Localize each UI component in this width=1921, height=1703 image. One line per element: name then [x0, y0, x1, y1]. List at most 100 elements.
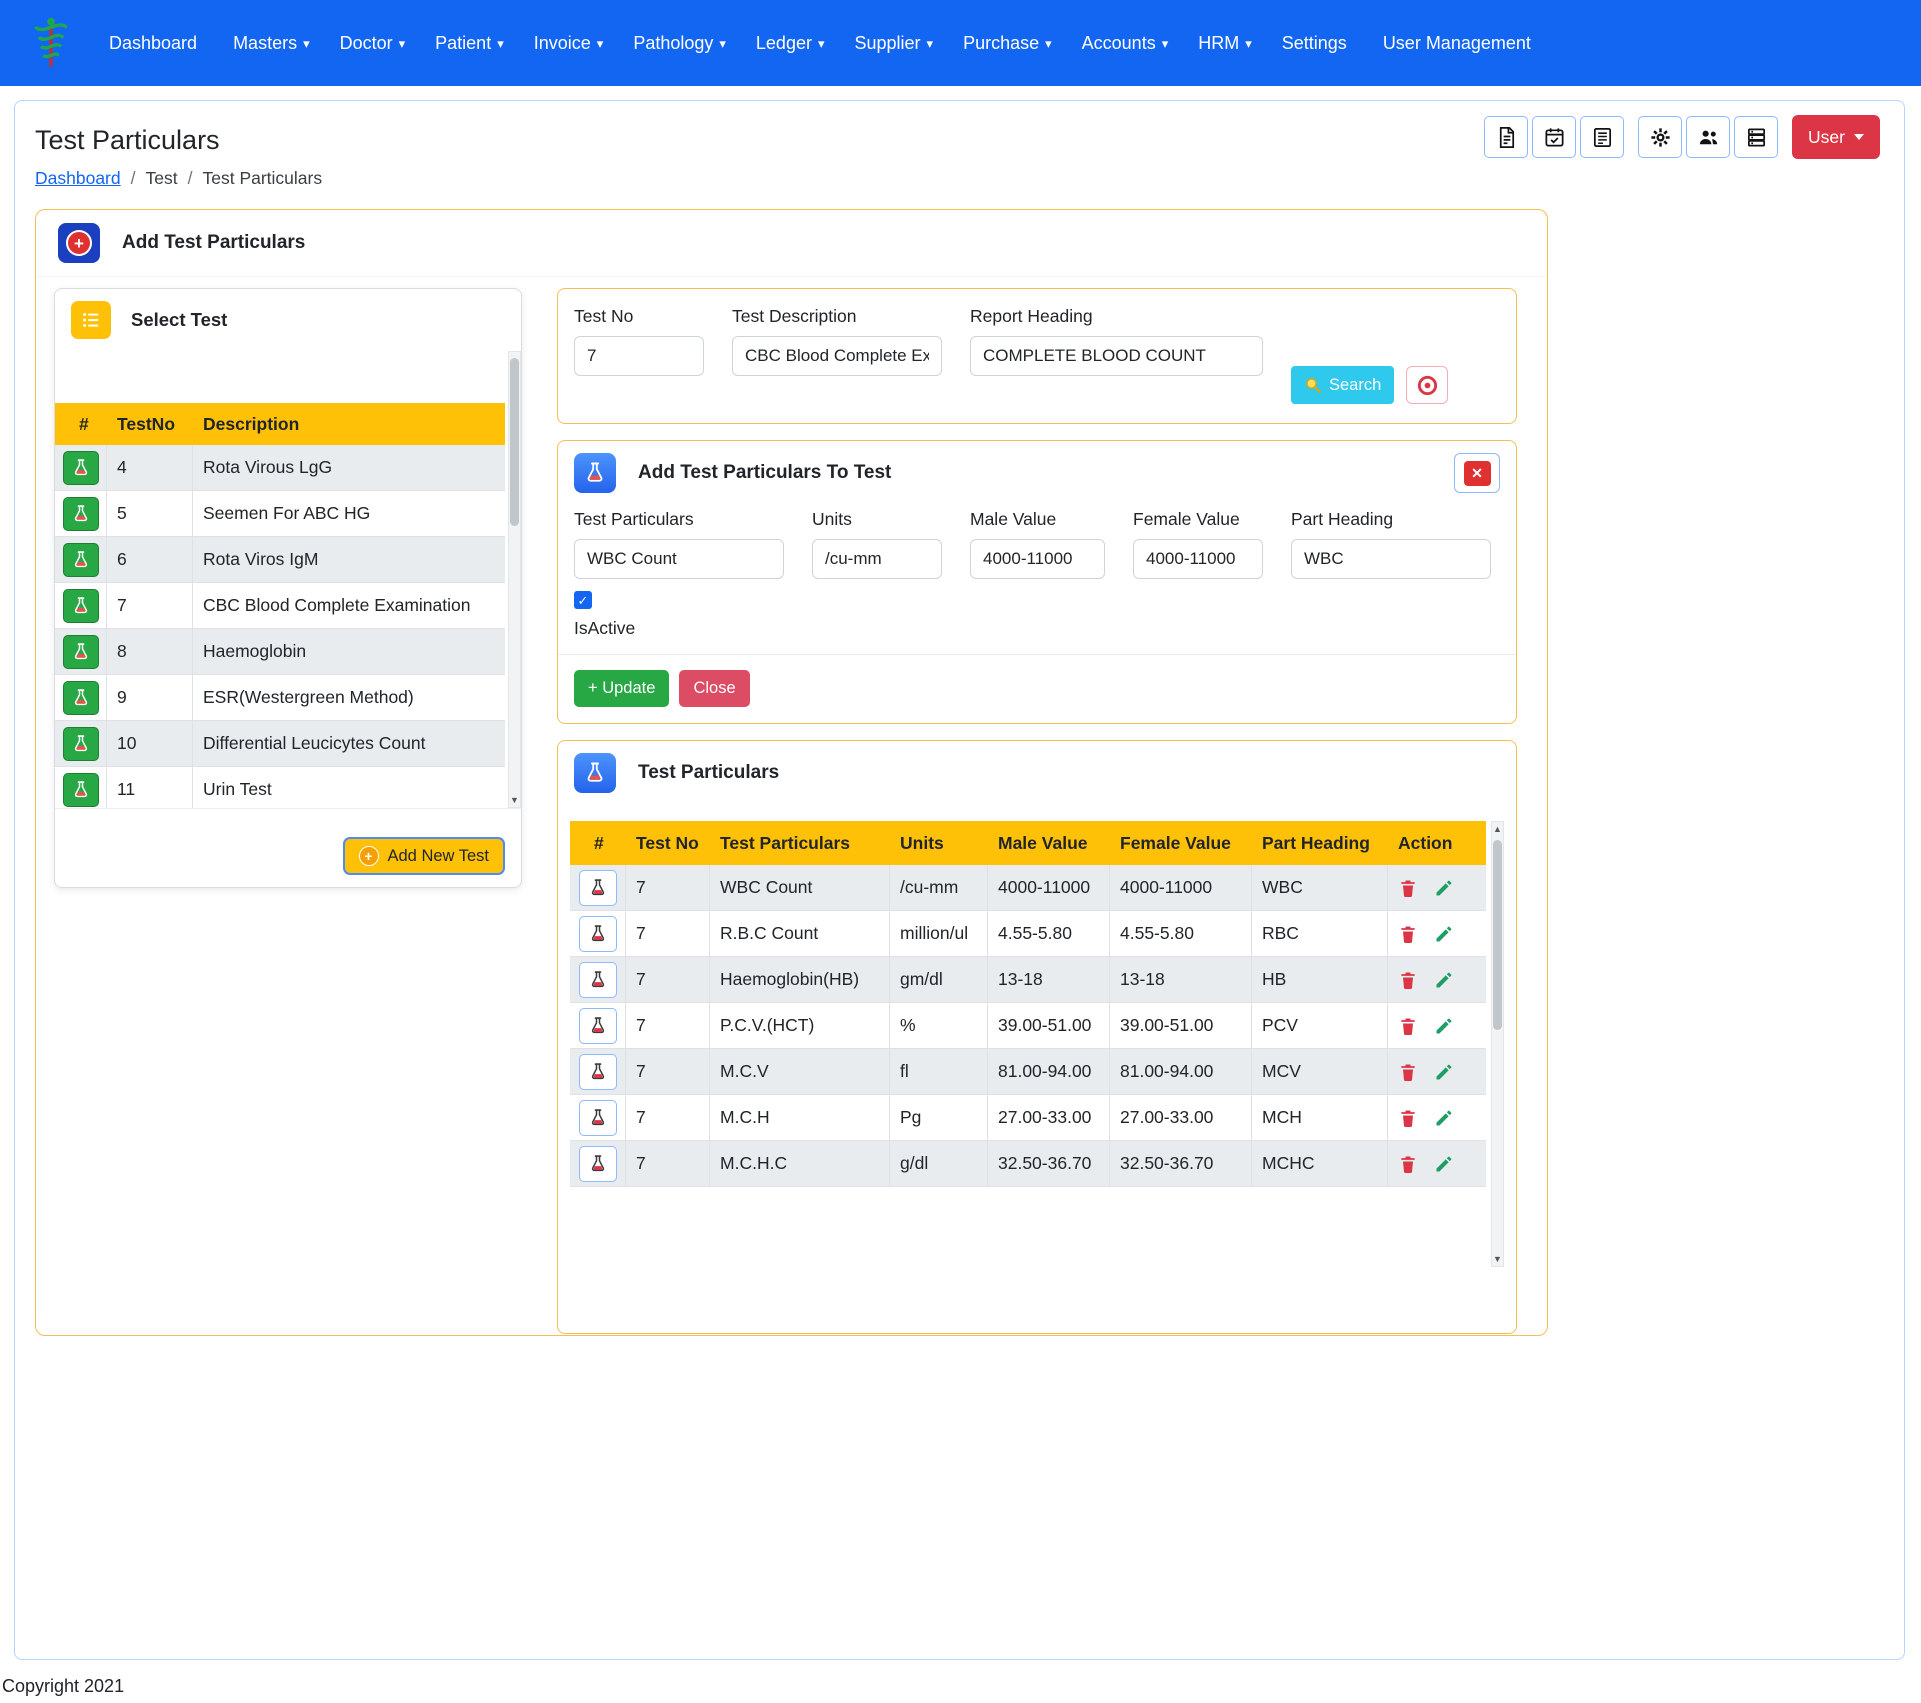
- breadcrumb-test: Test: [146, 168, 178, 189]
- action-cell: [1388, 957, 1486, 1002]
- select-test-flask-button[interactable]: [63, 543, 99, 577]
- close-button[interactable]: Close: [679, 670, 749, 707]
- delete-button[interactable]: [1398, 924, 1418, 944]
- row-flask-button[interactable]: [579, 1054, 617, 1090]
- server-button[interactable]: [1734, 116, 1778, 158]
- nav-menu-item[interactable]: Dashboard: [94, 23, 218, 64]
- test-no-label: Test No: [574, 306, 704, 327]
- calendar-check-icon: [1543, 126, 1566, 149]
- test-no-input[interactable]: [574, 336, 704, 376]
- scroll-up-arrow[interactable]: ▲: [1492, 822, 1503, 836]
- nav-menu-item[interactable]: Invoice ▾: [519, 23, 619, 64]
- nav-menu-item[interactable]: Masters ▾: [218, 23, 325, 64]
- caduceus-logo-icon[interactable]: [22, 11, 80, 75]
- test-list-row[interactable]: 11 Urin Test: [55, 767, 505, 809]
- select-test-flask-button[interactable]: [63, 681, 99, 715]
- isactive-checkbox[interactable]: ✓: [574, 591, 592, 609]
- test-list-row[interactable]: 6 Rota Viros IgM: [55, 537, 505, 583]
- select-test-flask-button[interactable]: [63, 497, 99, 531]
- edit-button[interactable]: [1434, 878, 1454, 898]
- test-list-row[interactable]: 9 ESR(Westergreen Method): [55, 675, 505, 721]
- edit-button[interactable]: [1434, 924, 1454, 944]
- delete-button[interactable]: [1398, 1154, 1418, 1174]
- row-flask-button[interactable]: [579, 962, 617, 998]
- nav-menu-item[interactable]: HRM ▾: [1183, 23, 1267, 64]
- units-cell: gm/dl: [890, 957, 988, 1002]
- select-test-flask-button[interactable]: [63, 635, 99, 669]
- test-description-input[interactable]: [732, 336, 942, 376]
- female-value-input[interactable]: [1133, 539, 1263, 579]
- nav-menu-item[interactable]: User Management: [1368, 23, 1552, 64]
- female-value-cell: 32.50-36.70: [1110, 1141, 1252, 1186]
- settings-button[interactable]: [1638, 116, 1682, 158]
- units-input[interactable]: [812, 539, 942, 579]
- update-button[interactable]: + Update: [574, 670, 669, 707]
- nav-menu-item[interactable]: Pathology ▾: [618, 23, 741, 64]
- particulars-table-scrollbar[interactable]: ▲ ▼: [1491, 821, 1504, 1267]
- delete-button[interactable]: [1398, 1108, 1418, 1128]
- table-card-header: Test Particulars: [558, 741, 1516, 805]
- select-test-flask-button[interactable]: [63, 589, 99, 623]
- edit-button[interactable]: [1434, 970, 1454, 990]
- breadcrumb-dashboard-link[interactable]: Dashboard: [35, 168, 121, 189]
- edit-button[interactable]: [1434, 1062, 1454, 1082]
- delete-button[interactable]: [1398, 878, 1418, 898]
- reset-button[interactable]: [1406, 366, 1448, 404]
- close-form-button[interactable]: ✕: [1454, 453, 1500, 493]
- scroll-down-arrow[interactable]: ▼: [509, 793, 520, 807]
- users-button[interactable]: [1686, 116, 1730, 158]
- nav-menu-item[interactable]: Ledger ▾: [741, 23, 840, 64]
- nav-menu-item[interactable]: Doctor ▾: [325, 23, 421, 64]
- delete-button[interactable]: [1398, 1016, 1418, 1036]
- row-flask-button[interactable]: [579, 1100, 617, 1136]
- chevron-down-icon: ▾: [1245, 36, 1252, 52]
- scrollbar-thumb[interactable]: [510, 358, 519, 526]
- trash-icon: [1398, 1108, 1418, 1128]
- column-header: Male Value: [988, 833, 1110, 854]
- edit-button[interactable]: [1434, 1108, 1454, 1128]
- part-heading-input[interactable]: [1291, 539, 1491, 579]
- row-flask-button[interactable]: [579, 916, 617, 952]
- edit-button[interactable]: [1434, 1016, 1454, 1036]
- calendar-check-button[interactable]: [1532, 116, 1576, 158]
- row-flask-button[interactable]: [579, 1146, 617, 1182]
- particular-name-input[interactable]: [574, 539, 784, 579]
- search-button[interactable]: Search: [1291, 366, 1394, 404]
- invoice-button[interactable]: [1580, 116, 1624, 158]
- row-flask-button[interactable]: [579, 870, 617, 906]
- select-test-flask-button[interactable]: [63, 451, 99, 485]
- select-test-flask-button[interactable]: [63, 727, 99, 761]
- test-no-cell: 6: [107, 537, 193, 582]
- test-list-row[interactable]: 10 Differential Leucicytes Count: [55, 721, 505, 767]
- flask-icon: [71, 550, 91, 570]
- nav-menu-item[interactable]: Accounts ▾: [1067, 23, 1184, 64]
- user-menu-button[interactable]: User: [1792, 115, 1880, 159]
- add-new-test-button[interactable]: + Add New Test: [343, 837, 506, 875]
- scrollbar-thumb[interactable]: [1493, 840, 1502, 1030]
- male-value-cell: 39.00-51.00: [988, 1003, 1110, 1048]
- report-heading-input[interactable]: [970, 336, 1263, 376]
- prescription-button[interactable]: [1484, 116, 1528, 158]
- add-medical-icon: +: [58, 223, 100, 263]
- nav-menu-item[interactable]: Settings: [1267, 23, 1368, 64]
- test-list-row[interactable]: 4 Rota Virous LgG: [55, 445, 505, 491]
- nav-menu-item[interactable]: Purchase ▾: [948, 23, 1067, 64]
- nav-item-label: Settings: [1282, 33, 1347, 54]
- test-list-row[interactable]: 8 Haemoglobin: [55, 629, 505, 675]
- delete-button[interactable]: [1398, 1062, 1418, 1082]
- test-list-scrollbar[interactable]: ▼: [508, 351, 521, 808]
- male-value-input[interactable]: [970, 539, 1105, 579]
- list-icon: [71, 301, 111, 339]
- nav-menu-item[interactable]: Supplier ▾: [840, 23, 949, 64]
- edit-button[interactable]: [1434, 1154, 1454, 1174]
- select-test-flask-button[interactable]: [63, 773, 99, 807]
- scroll-down-arrow[interactable]: ▼: [1492, 1252, 1503, 1266]
- test-description-cell: Rota Viros IgM: [193, 537, 505, 582]
- test-list-row[interactable]: 5 Seemen For ABC HG: [55, 491, 505, 537]
- row-flask-button[interactable]: [579, 1008, 617, 1044]
- select-test-panel: Select Test # TestNo Description: [54, 288, 522, 888]
- female-value-cell: 81.00-94.00: [1110, 1049, 1252, 1094]
- delete-button[interactable]: [1398, 970, 1418, 990]
- test-list-row[interactable]: 7 CBC Blood Complete Examination: [55, 583, 505, 629]
- nav-menu-item[interactable]: Patient ▾: [420, 23, 519, 64]
